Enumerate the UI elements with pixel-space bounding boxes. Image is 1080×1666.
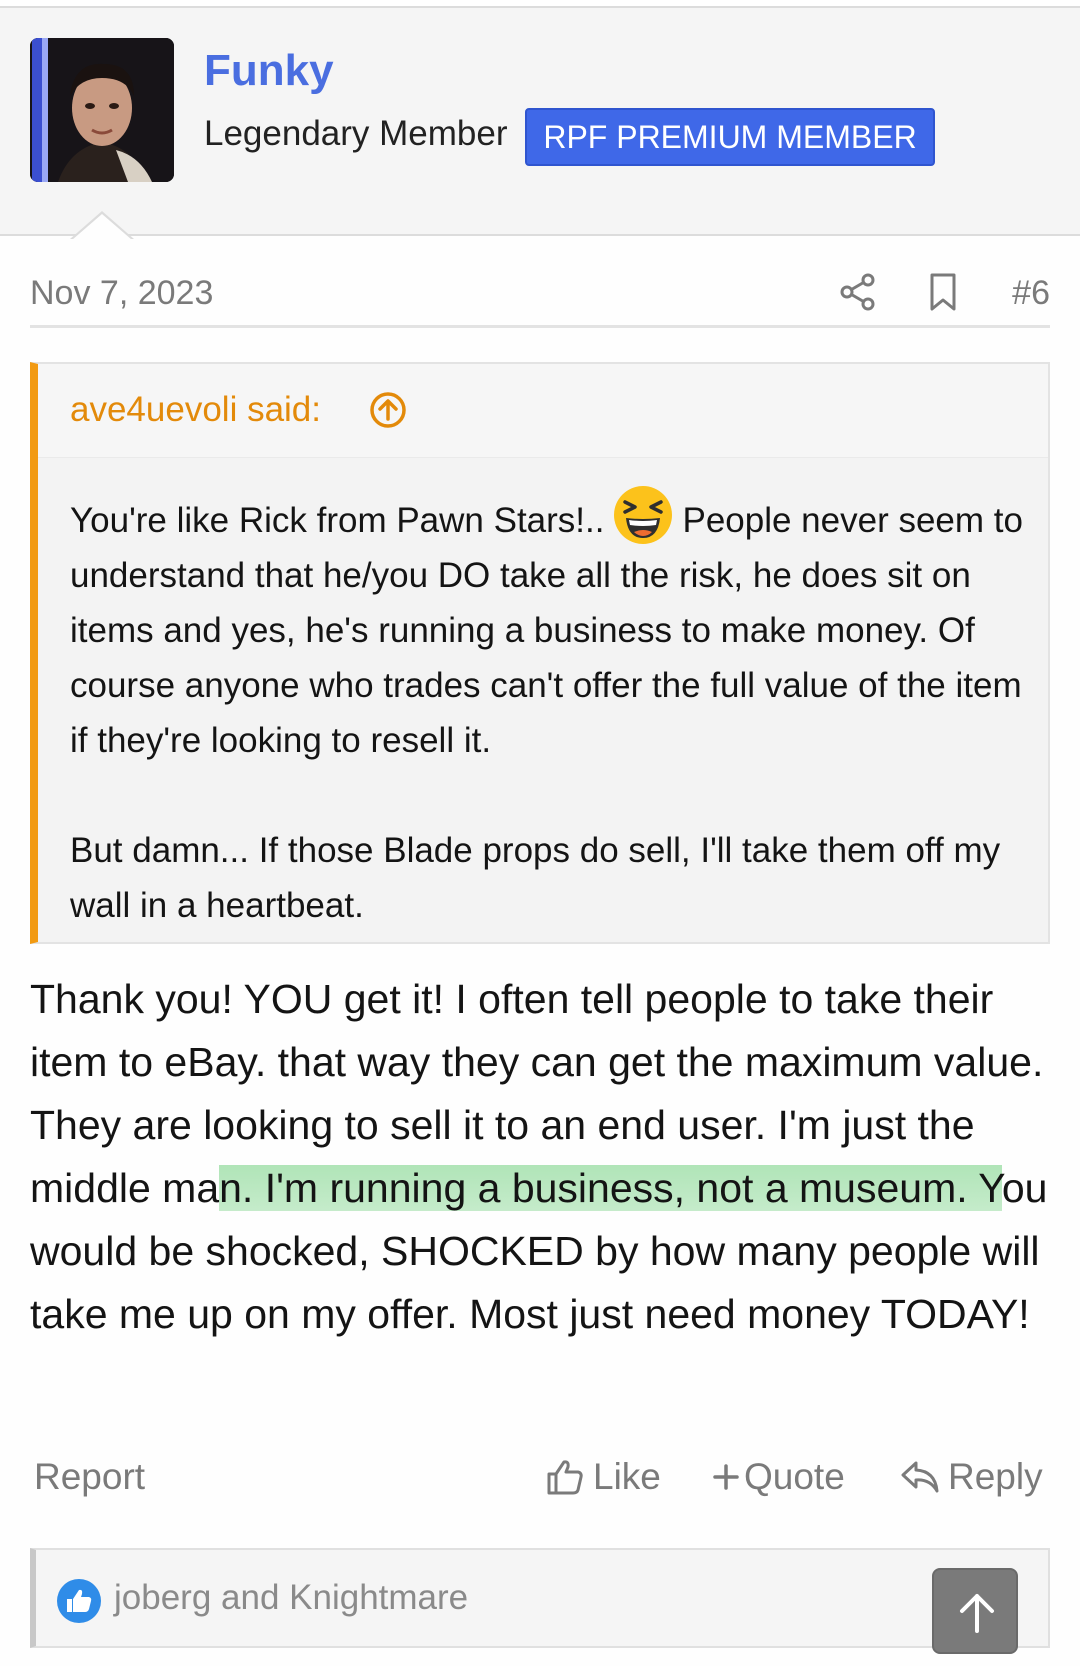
like-button[interactable]: Like [545,1452,661,1502]
header-pointer [70,211,134,240]
post-message: Thank you! YOU get it! I often tell peop… [30,968,1060,1346]
quote-block: ave4uevoli said: You're like Rick from P… [30,362,1050,944]
like-label: Like [593,1456,661,1497]
share-icon[interactable] [838,272,878,312]
reaction-users[interactable]: joberg and Knightmare [114,1578,468,1618]
reply-label: Reply [948,1456,1043,1497]
scroll-to-top-button[interactable] [932,1568,1018,1654]
like-reaction-icon [57,1579,101,1623]
post-number[interactable]: #6 [1012,274,1050,313]
top-divider [0,0,1080,8]
avatar[interactable] [30,38,174,182]
plus-icon [713,1464,739,1490]
quote-author[interactable]: ave4uevoli said: [70,390,321,430]
post-meta: Nov 7, 2023 #6 [30,268,1050,328]
quote-button[interactable]: Quote [712,1452,845,1502]
reactions-bar: joberg and Knightmare [30,1548,1050,1648]
laughing-emoji-icon [614,486,673,544]
post-actions: Report Like Quote Reply [30,1448,1050,1508]
message-highlight: n. I'm running a business, not a museum.… [219,1165,1002,1211]
reply-button[interactable]: Reply [900,1452,1043,1502]
quote-text-paragraph-2: But damn... If those Blade props do sell… [70,831,1001,925]
arrow-up-icon [960,1594,994,1633]
username[interactable]: Funky [204,46,334,96]
post-date[interactable]: Nov 7, 2023 [30,274,213,313]
thumbs-up-icon [547,1460,583,1495]
quote-text: You're like Rick from Pawn Stars!.. Peop… [70,484,1030,933]
bookmark-icon[interactable] [926,272,960,312]
reply-arrow-icon [901,1461,939,1493]
user-title: Legendary Member [204,114,508,153]
premium-badge: RPF PREMIUM MEMBER [525,108,935,166]
arrow-up-circle-icon[interactable] [368,390,408,430]
quote-text-part-1: You're like Rick from Pawn Stars!.. [70,501,605,540]
report-button[interactable]: Report [34,1456,145,1498]
user-header: Funky Legendary Member RPF PREMIUM MEMBE… [0,8,1080,240]
quote-label: Quote [744,1456,845,1497]
quote-header: ave4uevoli said: [38,364,1048,458]
